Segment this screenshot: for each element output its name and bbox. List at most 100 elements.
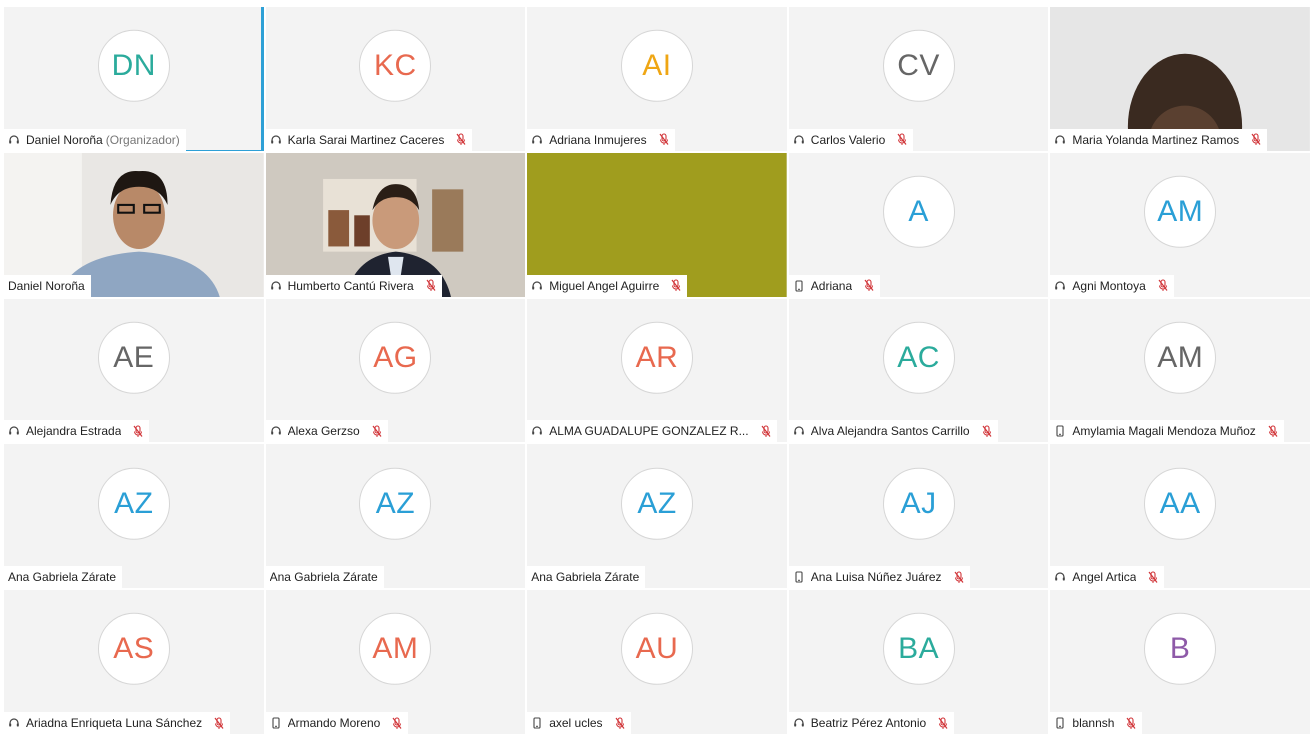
avatar-initials: AM	[359, 613, 432, 686]
participant-label: Ana Gabriela Zárate	[4, 566, 123, 589]
avatar-initials: AI	[620, 29, 693, 102]
headset-icon	[8, 425, 20, 437]
participant-tile[interactable]: Daniel Noroña	[4, 152, 264, 297]
avatar-initials: AA	[1144, 467, 1217, 540]
participant-tile[interactable]: Bblannsh	[1050, 590, 1310, 734]
avatar-initials: AE	[97, 321, 170, 394]
participant-label: Alejandra Estrada	[4, 420, 150, 443]
participant-tile[interactable]: A Adriana	[788, 152, 1049, 297]
headset-icon	[1054, 571, 1066, 583]
headset-icon	[793, 134, 805, 146]
participant-name: Alva Alejandra Santos Carrillo	[810, 424, 970, 439]
headset-icon	[793, 717, 805, 729]
muted-mic-icon	[982, 425, 992, 438]
participant-tile[interactable]: AZ Ana Gabriela Zárate	[527, 444, 787, 589]
headset-icon	[270, 280, 282, 292]
participant-name: axel ucles	[549, 716, 603, 730]
participant-label: Ana Gabriela Zárate	[265, 566, 384, 589]
muted-mic-icon	[426, 279, 436, 292]
participant-tile[interactable]: AM Amylamia Magali Mendoza Muñoz	[1050, 298, 1310, 443]
participant-tile[interactable]: AR ALMA GUADALUPE GONZALEZ R...	[527, 298, 787, 443]
muted-mic-icon	[938, 716, 948, 730]
avatar-initials: AZ	[620, 467, 693, 540]
participant-tile[interactable]: Humberto Cantú Rivera	[265, 152, 526, 297]
participant-label: blannsh	[1050, 712, 1143, 734]
avatar-initials: AZ	[97, 467, 170, 540]
participant-label: Adriana	[788, 274, 881, 297]
participant-label: Adriana Inmujeres	[527, 128, 675, 151]
participant-label: Alexa Gerzso	[265, 420, 388, 443]
avatar-initials: AS	[97, 613, 170, 686]
avatar-initials: BA	[882, 613, 955, 686]
participant-label: Beatriz Pérez Antonio	[788, 712, 955, 734]
participant-name: ALMA GUADALUPE GONZALEZ R...	[549, 424, 749, 439]
muted-mic-icon	[671, 279, 681, 292]
participant-tile[interactable]: CV Carlos Valerio	[788, 7, 1049, 151]
avatar-initials: AM	[1144, 175, 1217, 248]
phone-icon	[1054, 717, 1066, 729]
participant-name: Beatriz Pérez Antonio	[810, 716, 927, 730]
muted-mic-icon	[133, 425, 143, 438]
muted-mic-icon	[214, 716, 224, 730]
participant-name: Ana Gabriela Zárate	[269, 570, 378, 585]
headset-icon	[270, 134, 282, 146]
participant-tile[interactable]: BA Beatriz Pérez Antonio	[788, 590, 1049, 734]
headset-icon	[1054, 134, 1066, 146]
participant-name: Ariadna Enriqueta Luna Sánchez	[26, 716, 203, 730]
participant-label: Maria Yolanda Martinez Ramos	[1050, 128, 1268, 151]
headset-icon	[793, 425, 805, 437]
participant-tile[interactable]: AJ Ana Luisa Núñez Juárez	[788, 444, 1049, 589]
avatar-initials: AG	[359, 321, 432, 394]
participant-label: Alva Alejandra Santos Carrillo	[788, 420, 998, 443]
participant-tile[interactable]: AU axel ucles	[527, 590, 787, 734]
participant-label: Agni Montoya	[1050, 274, 1174, 297]
participant-tile[interactable]: AZ Ana Gabriela Zárate	[4, 444, 264, 589]
participant-tile[interactable]: Miguel Angel Aguirre	[527, 152, 787, 297]
participant-name: Alexa Gerzso	[287, 424, 360, 439]
headset-icon	[8, 134, 20, 146]
headset-icon	[531, 280, 543, 292]
participant-label: axel ucles	[527, 712, 631, 734]
participant-tile[interactable]: AS Ariadna Enriqueta Luna Sánchez	[4, 590, 264, 734]
avatar-initials: AJ	[882, 467, 955, 540]
participant-tile[interactable]: AI Adriana Inmujeres	[527, 7, 787, 151]
avatar-initials: AU	[620, 613, 693, 686]
participant-name: Alejandra Estrada	[26, 424, 122, 439]
muted-mic-icon	[392, 716, 402, 730]
participant-name: Ana Gabriela Zárate	[8, 570, 117, 585]
participant-tile[interactable]: AM Armando Moreno	[265, 590, 526, 734]
phone-icon	[1054, 425, 1066, 437]
muted-mic-icon	[372, 425, 382, 438]
participant-label: Karla Sarai Martinez Caceres	[265, 128, 473, 151]
participant-label: Armando Moreno	[265, 712, 409, 734]
muted-mic-icon	[1126, 716, 1136, 730]
headset-icon	[531, 134, 543, 146]
participant-tile[interactable]: DN Daniel Noroña (Organizador)	[4, 7, 264, 151]
muted-mic-icon	[615, 716, 625, 730]
avatar-initials: AC	[882, 321, 955, 394]
participant-name: Carlos Valerio	[810, 132, 886, 147]
muted-mic-icon	[659, 133, 669, 146]
participant-tile[interactable]: AA Angel Artica	[1050, 444, 1310, 589]
participant-tile[interactable]: AC Alva Alejandra Santos Carrillo	[788, 298, 1049, 443]
participant-name: blannsh	[1072, 716, 1115, 730]
participant-tile[interactable]: AM Agni Montoya	[1050, 152, 1310, 297]
muted-mic-icon	[761, 425, 771, 438]
participant-name: Miguel Angel Aguirre	[549, 278, 660, 293]
participant-tile[interactable]: AE Alejandra Estrada	[4, 298, 264, 443]
muted-mic-icon	[1268, 425, 1278, 438]
participant-name: Humberto Cantú Rivera	[287, 278, 414, 293]
muted-mic-icon	[1158, 279, 1168, 292]
muted-mic-icon	[864, 279, 874, 292]
avatar-initials: AM	[1144, 321, 1217, 394]
participant-tile[interactable]: AZ Ana Gabriela Zárate	[265, 444, 526, 589]
phone-icon	[531, 717, 543, 729]
participant-name: Ana Luisa Núñez Juárez	[810, 570, 942, 585]
participant-tile[interactable]: KC Karla Sarai Martinez Caceres	[265, 7, 526, 151]
participant-tile[interactable]: AG Alexa Gerzso	[265, 298, 526, 443]
participant-name: Daniel Noroña	[26, 132, 103, 147]
participant-role: (Organizador)	[105, 132, 180, 147]
avatar-initials: AZ	[359, 467, 432, 540]
participant-label: Angel Artica	[1050, 566, 1165, 589]
participant-tile[interactable]: Maria Yolanda Martinez Ramos	[1050, 7, 1310, 151]
